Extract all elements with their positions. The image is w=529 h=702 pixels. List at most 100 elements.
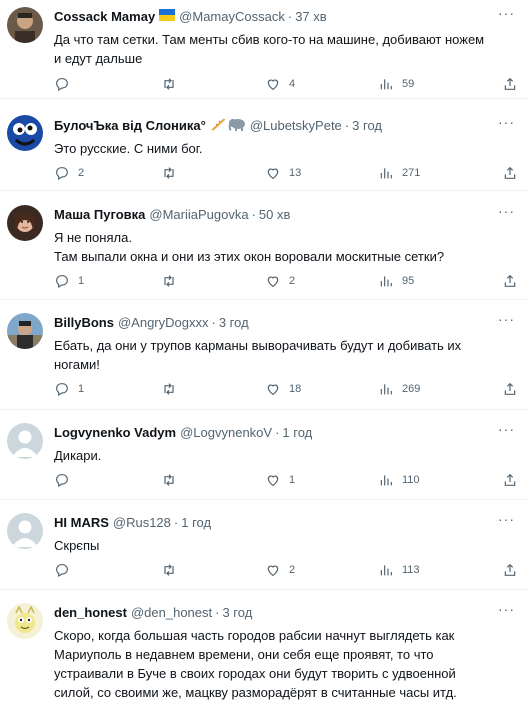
- like-button[interactable]: 2: [265, 562, 295, 578]
- action-bar: 2 13 271: [54, 165, 516, 185]
- timestamp[interactable]: 1 год: [282, 424, 312, 442]
- retweet-icon: [164, 167, 174, 179]
- reply-icon: [56, 167, 68, 181]
- avatar[interactable]: [7, 7, 43, 43]
- action-bar: 2 113: [54, 562, 516, 582]
- more-icon[interactable]: ···: [498, 422, 515, 436]
- avatar[interactable]: [7, 603, 43, 639]
- like-button[interactable]: 1: [265, 472, 295, 488]
- heart-icon: [267, 384, 279, 396]
- tweet[interactable]: БулочЪка від Слоника° @LubetskyPete · 3 …: [0, 99, 529, 191]
- replies-feed: Cossack Mamay @MamayCossack · 37 хв Да ч…: [0, 0, 529, 702]
- views-button[interactable]: 59: [378, 76, 414, 92]
- avatar[interactable]: [7, 115, 43, 151]
- more-icon[interactable]: ···: [498, 312, 515, 326]
- retweet-button[interactable]: [161, 472, 185, 488]
- share-icon: [504, 77, 516, 90]
- tweet[interactable]: Маша Пуговка @MariiaPugovka · 50 хв Я не…: [0, 191, 529, 300]
- tweet-text: Скоро, когда большая часть городов рабси…: [54, 628, 457, 700]
- display-name[interactable]: BillyBons: [54, 314, 114, 332]
- heart-icon: [267, 276, 279, 288]
- reply-icon: [56, 474, 68, 488]
- retweet-icon: [164, 78, 174, 90]
- timestamp[interactable]: 3 год: [352, 117, 382, 135]
- avatar[interactable]: [7, 423, 43, 459]
- like-button[interactable]: 2: [265, 273, 295, 289]
- tweet[interactable]: Cossack Mamay @MamayCossack · 37 хв Да ч…: [0, 0, 529, 99]
- retweet-button[interactable]: [161, 381, 185, 397]
- heart-icon: [267, 475, 279, 487]
- share-button[interactable]: [502, 76, 518, 92]
- like-button[interactable]: 18: [265, 381, 301, 397]
- views-button[interactable]: 95: [378, 273, 414, 289]
- timestamp[interactable]: 37 хв: [295, 8, 326, 26]
- user-handle[interactable]: @MamayCossack: [179, 8, 285, 26]
- display-name[interactable]: HI MARS: [54, 514, 109, 532]
- timestamp[interactable]: 1 год: [181, 514, 211, 532]
- reply-button[interactable]: 1: [54, 273, 84, 289]
- display-name[interactable]: БулочЪка від Слоника°: [54, 117, 206, 135]
- tweet-header: Logvynenko Vadym @LogvynenkoV · 1 год: [54, 424, 313, 442]
- action-bar: 1 18 269: [54, 381, 516, 401]
- views-button[interactable]: 110: [378, 472, 420, 488]
- tweet-header: Cossack Mamay @MamayCossack · 37 хв: [54, 8, 327, 26]
- more-icon[interactable]: ···: [498, 512, 515, 526]
- retweet-button[interactable]: [161, 76, 185, 92]
- views-button[interactable]: 271: [378, 165, 420, 181]
- avatar[interactable]: [7, 205, 43, 241]
- like-button[interactable]: 13: [265, 165, 301, 181]
- tweet[interactable]: Logvynenko Vadym @LogvynenkoV · 1 год Ди…: [0, 410, 529, 500]
- user-handle[interactable]: @AngryDogxxx: [118, 314, 209, 332]
- timestamp[interactable]: 50 хв: [259, 206, 290, 224]
- timestamp[interactable]: 3 год: [219, 314, 249, 332]
- share-button[interactable]: [502, 472, 518, 488]
- display-name[interactable]: den_honest: [54, 604, 127, 622]
- retweet-button[interactable]: [161, 165, 185, 181]
- tweet[interactable]: BillyBons @AngryDogxxx · 3 год Ебать, да…: [0, 300, 529, 410]
- reply-button[interactable]: [54, 76, 78, 92]
- display-name[interactable]: Logvynenko Vadym: [54, 424, 176, 442]
- share-icon: [504, 382, 516, 395]
- more-icon[interactable]: ···: [498, 6, 515, 20]
- share-button[interactable]: [502, 165, 518, 181]
- views-icon: [380, 276, 392, 287]
- user-handle[interactable]: @Rus128: [113, 514, 171, 532]
- like-button[interactable]: 4: [265, 76, 295, 92]
- user-handle[interactable]: @LogvynenkoV: [180, 424, 272, 442]
- tweet-text: Да что там сетки. Там менты сбив кого-то…: [54, 32, 485, 66]
- retweet-button[interactable]: [161, 273, 185, 289]
- retweet-button[interactable]: [161, 562, 185, 578]
- more-icon[interactable]: ···: [498, 115, 515, 129]
- reply-icon: [56, 275, 68, 289]
- tweet-text: Дикари.: [54, 448, 102, 463]
- action-bar: 1 110: [54, 472, 516, 492]
- user-handle[interactable]: @LubetskyPete: [250, 117, 342, 135]
- reply-button[interactable]: 2: [54, 165, 84, 181]
- reply-button[interactable]: 1: [54, 381, 84, 397]
- tweet-header: БулочЪка від Слоника° @LubetskyPete · 3 …: [54, 117, 515, 135]
- share-button[interactable]: [502, 381, 518, 397]
- reply-button[interactable]: [54, 562, 78, 578]
- display-name[interactable]: Cossack Mamay: [54, 8, 155, 26]
- more-icon[interactable]: ···: [498, 602, 515, 616]
- more-icon[interactable]: ···: [498, 204, 515, 218]
- tweet[interactable]: HI MARS @Rus128 · 1 год Скрєпы ··· 2 113: [0, 500, 529, 590]
- views-button[interactable]: 269: [378, 381, 420, 397]
- views-icon: [380, 384, 392, 395]
- display-name[interactable]: Маша Пуговка: [54, 206, 145, 224]
- share-button[interactable]: [502, 273, 518, 289]
- tweet-header: den_honest @den_honest · 3 год: [54, 604, 253, 622]
- tweet-text: Скрєпы: [54, 538, 100, 553]
- views-icon: [380, 475, 392, 486]
- timestamp[interactable]: 3 год: [222, 604, 252, 622]
- user-handle[interactable]: @MariiaPugovka: [149, 206, 248, 224]
- tweet[interactable]: den_honest @den_honest · 3 год Скоро, ко…: [0, 590, 529, 702]
- user-handle[interactable]: @den_honest: [131, 604, 212, 622]
- views-button[interactable]: 113: [378, 562, 420, 578]
- tweet-text: Ебать, да они у трупов карманы выворачив…: [54, 338, 462, 372]
- avatar[interactable]: [7, 513, 43, 549]
- share-icon: [504, 166, 516, 179]
- avatar[interactable]: [7, 313, 43, 349]
- reply-button[interactable]: [54, 472, 78, 488]
- share-button[interactable]: [502, 562, 518, 578]
